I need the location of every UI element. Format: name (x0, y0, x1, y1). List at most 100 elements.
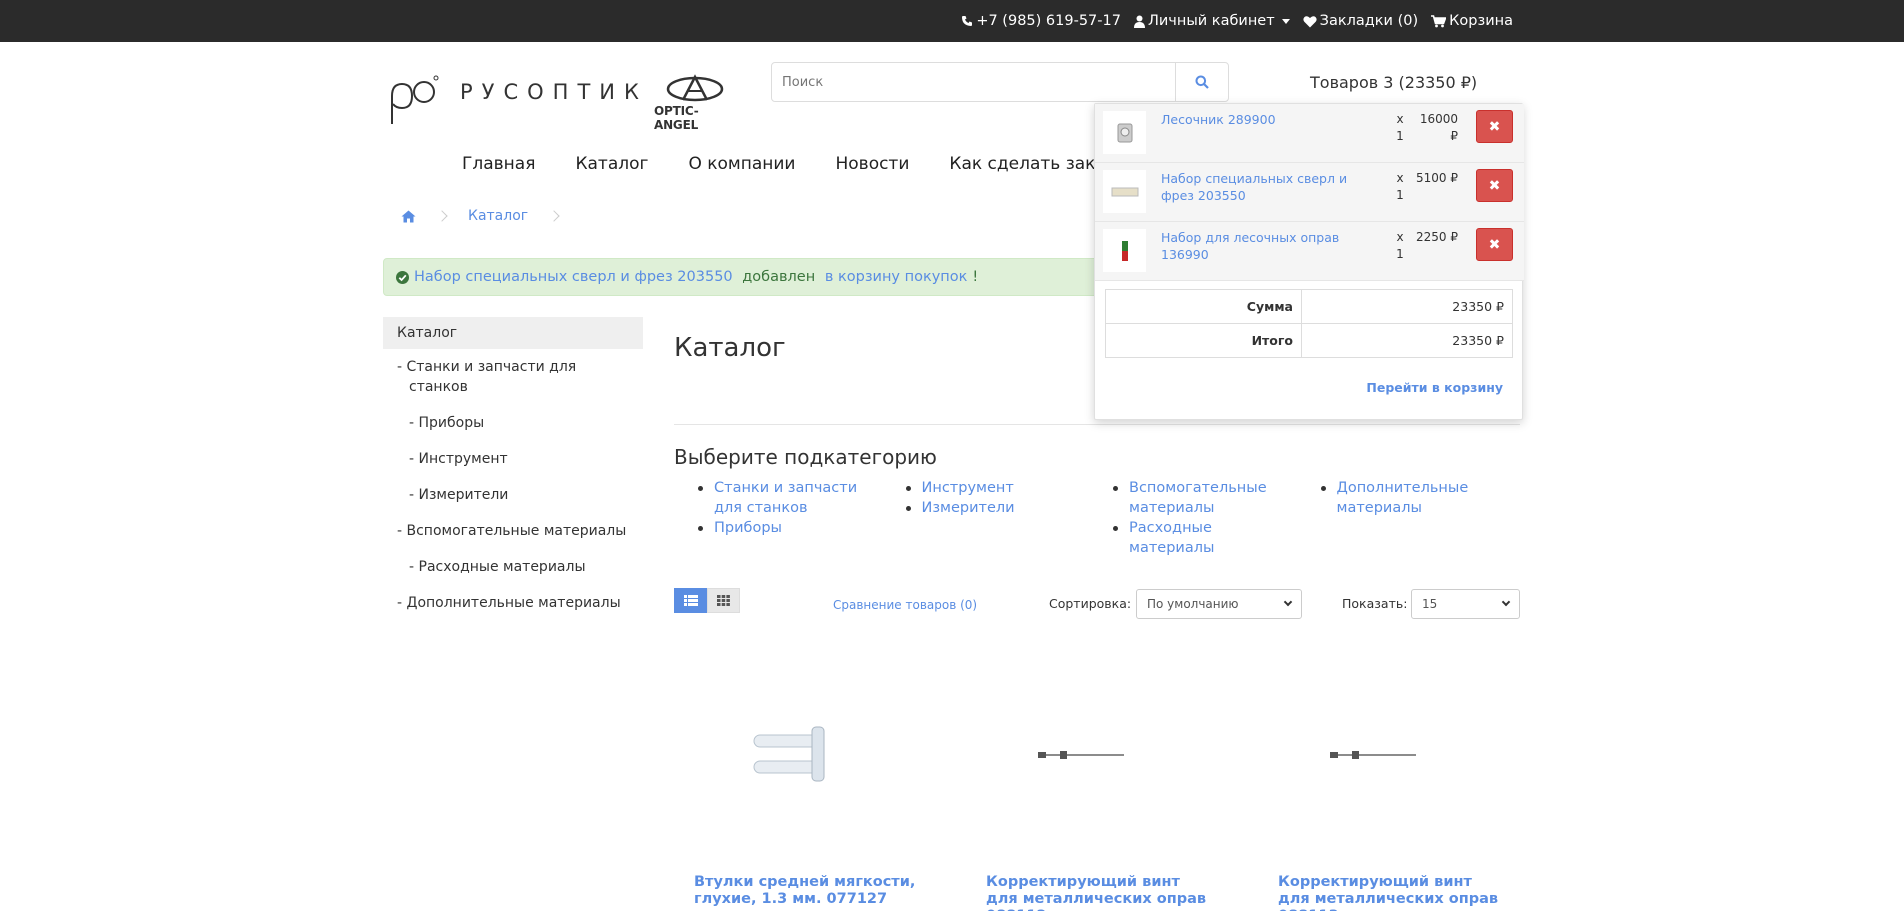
list-icon (683, 595, 698, 606)
subcategory-link[interactable]: Дополнительные материалы (1313, 478, 1521, 518)
cart-item-price: 5100 ₽ (1416, 171, 1458, 185)
totals-row: Сумма 23350 ₽ (1105, 289, 1513, 324)
breadcrumb-separator (548, 210, 560, 222)
product-image[interactable] (674, 710, 904, 800)
heart-icon (1303, 15, 1317, 27)
cart-item-price: 2250 ₽ (1416, 230, 1458, 244)
home-icon[interactable] (401, 210, 416, 223)
alert-end: ! (972, 269, 979, 285)
divider (674, 424, 1520, 425)
show-label: Показать: (1342, 596, 1408, 611)
subcategory-link[interactable]: Расходные материалы (1105, 518, 1313, 558)
user-icon (1133, 15, 1145, 28)
top-links: +7 (985) 619-57-17 Личный кабинет Заклад… (961, 0, 1513, 42)
cart-item-thumbnail[interactable] (1103, 170, 1146, 213)
subcategory-link[interactable]: Станки и запчасти для станков (690, 478, 898, 518)
limit-value: 15 (1422, 597, 1438, 611)
product-image[interactable] (1258, 710, 1488, 800)
subcategory-heading: Выберите подкатегорию (674, 445, 937, 469)
sidebar-item-devices[interactable]: - Приборы (383, 405, 643, 441)
search-button[interactable] (1175, 63, 1228, 101)
optic-angel-logo-mark (666, 74, 724, 102)
search-input[interactable] (772, 63, 1175, 101)
subcategory-link[interactable]: Измерители (898, 498, 1106, 518)
account-dropdown[interactable]: Личный кабинет (1133, 13, 1290, 29)
subcategory-column: Станки и запчасти для станков Приборы (690, 478, 898, 558)
totals-row: Итого 23350 ₽ (1105, 323, 1513, 358)
sort-value: По умолчанию (1147, 597, 1239, 611)
subcategory-link[interactable]: Вспомогательные материалы (1105, 478, 1313, 518)
close-icon: ✖ (1488, 177, 1501, 194)
cart-item-thumbnail[interactable] (1103, 111, 1146, 154)
total-value: 23350 ₽ (1301, 323, 1513, 358)
header-cart-button[interactable]: Товаров 3 (23350 ₽) (1306, 70, 1478, 94)
cart-item-qty: x 1 (1396, 112, 1404, 143)
check-circle-icon (396, 270, 409, 284)
total-label: Итого (1105, 323, 1302, 358)
limit-select[interactable]: 15 (1411, 589, 1520, 619)
subcategory-link[interactable]: Приборы (690, 518, 898, 538)
sidebar-item-additional[interactable]: - Дополнительные материалы (383, 585, 643, 621)
view-toggle (674, 588, 740, 613)
product-name-link[interactable]: Втулки средней мягкости, глухие, 1.3 мм.… (694, 874, 924, 908)
nav-item-catalog[interactable]: Каталог (575, 154, 648, 174)
cart-item: Набор специальных сверл и фрез 203550 x … (1095, 163, 1524, 222)
phone-link[interactable]: +7 (985) 619-57-17 (961, 13, 1121, 29)
search-box (771, 62, 1229, 102)
site-logo[interactable]: РУСОПТИК OPTIC-ANGEL (388, 72, 736, 132)
product-name-link[interactable]: Корректирующий винт для металлических оп… (1278, 874, 1508, 911)
cart-item-thumbnail[interactable] (1103, 229, 1146, 272)
phone-icon (962, 16, 973, 26)
grid-view-button[interactable] (707, 588, 740, 613)
header-cart-label: Товаров 3 (23350 ₽) (1310, 72, 1478, 92)
wishlist-link[interactable]: Закладки (0) (1303, 13, 1418, 29)
remove-item-button[interactable]: ✖ (1476, 110, 1513, 143)
remove-item-button[interactable]: ✖ (1476, 228, 1513, 261)
sum-label: Сумма (1105, 289, 1302, 324)
page-title: Каталог (674, 333, 786, 363)
sidebar-item-tools[interactable]: - Инструмент (383, 441, 643, 477)
subcategory-list: Станки и запчасти для станков Приборы Ин… (690, 478, 1520, 558)
product-image[interactable] (966, 710, 1196, 800)
cart-item-price: 16000 ₽ (1419, 112, 1458, 143)
cart-dropdown: Лесочник 289900 x 1 16000 ₽ ✖ Набор спец… (1094, 103, 1524, 420)
sum-value: 23350 ₽ (1301, 289, 1513, 324)
product-name-link[interactable]: Корректирующий винт для металлических оп… (986, 874, 1216, 911)
subcategory-link[interactable]: Инструмент (898, 478, 1106, 498)
phone-text: +7 (985) 619-57-17 (976, 13, 1121, 29)
cart-item-name[interactable]: Набор для лесочных оправ 136990 (1161, 229, 1351, 263)
sort-label: Сортировка: (1049, 596, 1132, 611)
sort-select[interactable]: По умолчанию (1136, 589, 1302, 619)
sidebar-item-auxiliary[interactable]: - Вспомогательные материалы (383, 513, 643, 549)
subcategory-column: Инструмент Измерители (898, 478, 1106, 558)
cart-item: Лесочник 289900 x 1 16000 ₽ ✖ (1095, 104, 1524, 163)
close-icon: ✖ (1488, 236, 1501, 253)
nav-item-home[interactable]: Главная (462, 154, 535, 174)
chevron-down-icon (1283, 597, 1293, 607)
success-alert: Набор специальных сверл и фрез 203550 до… (383, 258, 1143, 296)
cart-item-name[interactable]: Набор специальных сверл и фрез 203550 (1161, 170, 1351, 204)
sidebar-item-machines[interactable]: - Станки и запчасти для станков (383, 349, 643, 405)
cart-link[interactable]: Корзина (1431, 13, 1513, 29)
go-to-cart-link[interactable]: Перейти в корзину (1095, 380, 1503, 395)
sidebar-item-meters[interactable]: - Измерители (383, 477, 643, 513)
nav-item-news[interactable]: Новости (835, 154, 909, 174)
cart-item-name[interactable]: Лесочник 289900 (1161, 111, 1351, 128)
wishlist-label: Закладки (0) (1319, 13, 1419, 29)
close-icon: ✖ (1488, 118, 1501, 135)
sidebar-item-catalog[interactable]: Каталог (383, 317, 643, 349)
top-bar: +7 (985) 619-57-17 Личный кабинет Заклад… (0, 0, 1904, 42)
breadcrumb-catalog[interactable]: Каталог (468, 208, 528, 224)
alert-cart-link[interactable]: в корзину покупок (825, 269, 968, 285)
list-view-button[interactable] (674, 588, 707, 613)
alert-product-link[interactable]: Набор специальных сверл и фрез 203550 (414, 269, 733, 285)
sidebar-item-consumables[interactable]: - Расходные материалы (383, 549, 643, 585)
compare-link[interactable]: Сравнение товаров (0) (833, 598, 977, 612)
optic-angel-text: OPTIC-ANGEL (654, 104, 699, 132)
cart-icon (1431, 14, 1447, 27)
logo-wordmark: РУСОПТИК (460, 80, 648, 104)
breadcrumb: Каталог (401, 208, 560, 224)
nav-item-about[interactable]: О компании (688, 154, 795, 174)
remove-item-button[interactable]: ✖ (1476, 169, 1513, 202)
nav-item-how-to-order[interactable]: Как сделать заказ (949, 154, 1115, 174)
